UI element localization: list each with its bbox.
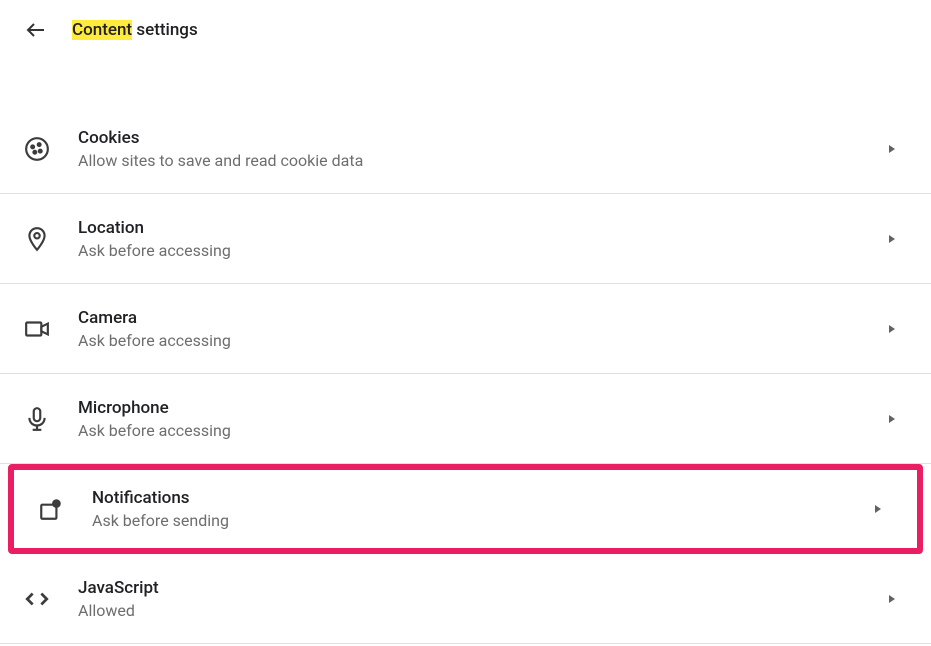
chevron-right-icon [885,412,899,426]
setting-row-notifications[interactable]: Notifications Ask before sending [8,464,923,554]
chevron-right-icon [885,592,899,606]
setting-row-camera[interactable]: Camera Ask before accessing [0,284,931,374]
row-text: Microphone Ask before accessing [78,398,885,440]
camera-icon [24,316,50,342]
notifications-icon [38,496,64,522]
row-text: Location Ask before accessing [78,218,885,260]
setting-row-microphone[interactable]: Microphone Ask before accessing [0,374,931,464]
row-subtitle: Ask before accessing [78,421,885,440]
chevron-right-icon [885,322,899,336]
row-title: Microphone [78,398,885,418]
row-title: Cookies [78,128,885,148]
chevron-right-icon [885,232,899,246]
page-title: Content settings [72,20,198,40]
title-suffix: settings [132,20,198,40]
row-title: Notifications [92,488,871,508]
back-button[interactable] [24,18,48,42]
row-subtitle: Ask before sending [92,511,871,530]
row-title: JavaScript [78,578,885,598]
row-subtitle: Allowed [78,601,885,620]
setting-row-location[interactable]: Location Ask before accessing [0,194,931,284]
page-header: Content settings [0,0,931,60]
row-subtitle: Ask before accessing [78,331,885,350]
row-text: JavaScript Allowed [78,578,885,620]
row-subtitle: Allow sites to save and read cookie data [78,151,885,170]
chevron-right-icon [885,142,899,156]
row-text: Camera Ask before accessing [78,308,885,350]
microphone-icon [24,406,50,432]
row-subtitle: Ask before accessing [78,241,885,260]
settings-list: Cookies Allow sites to save and read coo… [0,104,931,644]
cookie-icon [24,136,50,162]
row-text: Cookies Allow sites to save and read coo… [78,128,885,170]
title-highlight: Content [72,20,132,40]
row-text: Notifications Ask before sending [92,488,871,530]
chevron-right-icon [871,502,885,516]
setting-row-cookies[interactable]: Cookies Allow sites to save and read coo… [0,104,931,194]
row-title: Camera [78,308,885,328]
setting-row-javascript[interactable]: JavaScript Allowed [0,554,931,644]
javascript-icon [24,586,50,612]
arrow-left-icon [24,18,48,42]
location-icon [24,226,50,252]
row-title: Location [78,218,885,238]
